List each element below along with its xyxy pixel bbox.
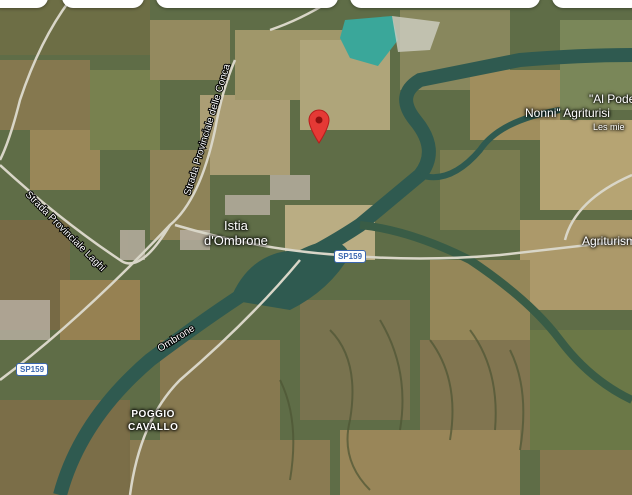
filter-chip[interactable]	[0, 0, 48, 8]
filter-chip[interactable]	[156, 0, 338, 8]
filter-chip[interactable]	[552, 0, 632, 8]
filter-chip[interactable]	[62, 0, 144, 8]
satellite-map[interactable]: Strada Provinciale delle Conca Strada Pr…	[0, 0, 632, 495]
filter-chip[interactable]	[350, 0, 540, 8]
road-shield-sp159[interactable]: SP159	[16, 363, 49, 376]
place-label-line: CAVALLO	[128, 422, 179, 433]
place-label-istia[interactable]: Istia d'Ombrone	[204, 218, 268, 248]
place-label-poggio-cavallo[interactable]: POGGIO CAVALLO	[128, 408, 178, 434]
poi-label-agriturism[interactable]: Agriturism	[582, 234, 632, 249]
location-pin-icon[interactable]	[307, 108, 331, 144]
poi-label-al-podere[interactable]: "Al Pode Nonni" Agriturisi Les mie	[525, 92, 632, 134]
poi-subtitle: Les mie	[593, 122, 625, 132]
poi-label-line: "Al Pode	[589, 92, 632, 106]
place-label-line: POGGIO	[131, 409, 175, 420]
road-shield-sp159[interactable]: SP159	[334, 250, 367, 263]
place-label-line: Istia	[224, 218, 248, 233]
poi-label-line: Nonni" Agriturisi	[525, 106, 610, 120]
place-label-line: d'Ombrone	[204, 233, 268, 248]
